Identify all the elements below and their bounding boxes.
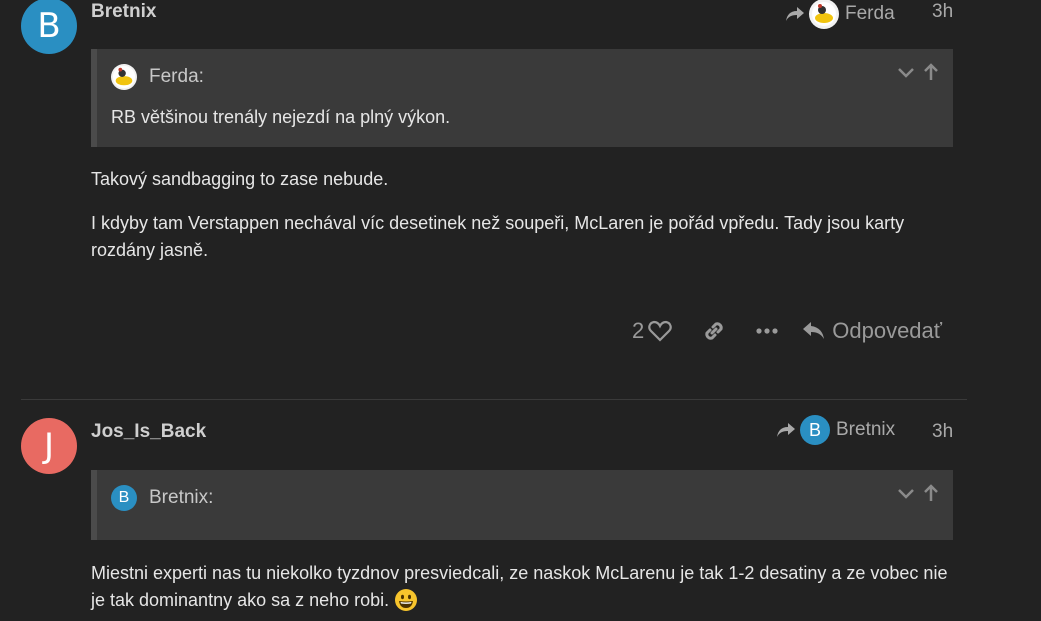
reply-to-indicator[interactable]: B Bretnix <box>776 415 895 445</box>
bretnix-avatar: B <box>111 485 137 511</box>
post-paragraph: Takový sandbagging to zase nebude. <box>91 169 389 189</box>
username[interactable]: Bretnix <box>91 1 156 23</box>
quote-author: Bretnix: <box>149 487 214 508</box>
avatar[interactable]: B <box>21 0 77 54</box>
arrow-up-icon[interactable] <box>923 63 939 81</box>
reply-to-name: Bretnix <box>836 419 896 440</box>
quote-controls <box>897 63 939 81</box>
username[interactable]: Jos_Is_Back <box>91 421 206 443</box>
heart-icon[interactable] <box>648 320 673 342</box>
quote-block: B Bretnix: <box>91 470 953 540</box>
quote-text: RB většinou trenály nejezdí na plný výko… <box>111 107 451 127</box>
reply-label: Odpovedať <box>832 318 943 343</box>
post-paragraph: Miestni experti nas tu niekolko tyzdnov … <box>91 560 951 614</box>
chevron-down-icon[interactable] <box>897 484 915 502</box>
quote-author: Ferda: <box>149 66 204 87</box>
avatar-letter: B <box>37 6 61 46</box>
post-actions: 2 Odpovedať <box>632 318 942 344</box>
reply-to-indicator[interactable]: Ferda <box>785 0 895 29</box>
quote-header[interactable]: Ferda: <box>111 64 204 90</box>
more-options-icon[interactable] <box>756 327 778 335</box>
chevron-down-icon[interactable] <box>897 63 915 81</box>
quote-header[interactable]: B Bretnix: <box>111 485 213 511</box>
quote-controls <box>897 484 939 502</box>
like-count[interactable]: 2 <box>632 318 644 344</box>
post-time[interactable]: 3h <box>932 1 953 23</box>
post-time[interactable]: 3h <box>932 421 953 443</box>
avatar-letter: B <box>808 419 821 440</box>
ferda-avatar-icon <box>809 0 839 29</box>
avatar[interactable]: J <box>21 418 77 474</box>
ferda-avatar-icon <box>111 64 137 90</box>
post-jos-is-back: J Jos_Is_Back B Bretnix 3h B Bretnix: Mi… <box>0 400 970 621</box>
avatar-letter: B <box>118 489 130 506</box>
arrow-up-icon[interactable] <box>923 484 939 502</box>
grinning-face-emoji-icon <box>395 589 418 611</box>
post-bretnix: B Bretnix Ferda 3h Ferda: RB většinou tr… <box>0 0 970 400</box>
reply-arrow-icon <box>786 7 804 21</box>
post-paragraph: I kdyby tam Verstappen nechával víc dese… <box>91 213 905 260</box>
link-icon[interactable] <box>702 319 726 343</box>
reply-icon <box>803 322 825 339</box>
avatar-letter: J <box>43 426 55 466</box>
reply-button[interactable]: Odpovedať <box>802 318 942 344</box>
post-text: Miestni experti nas tu niekolko tyzdnov … <box>91 563 948 610</box>
bretnix-avatar: B <box>800 415 830 445</box>
reply-arrow-icon <box>777 423 795 437</box>
reply-to-name: Ferda <box>845 3 895 24</box>
quote-block: Ferda: RB většinou trenály nejezdí na pl… <box>91 49 953 147</box>
